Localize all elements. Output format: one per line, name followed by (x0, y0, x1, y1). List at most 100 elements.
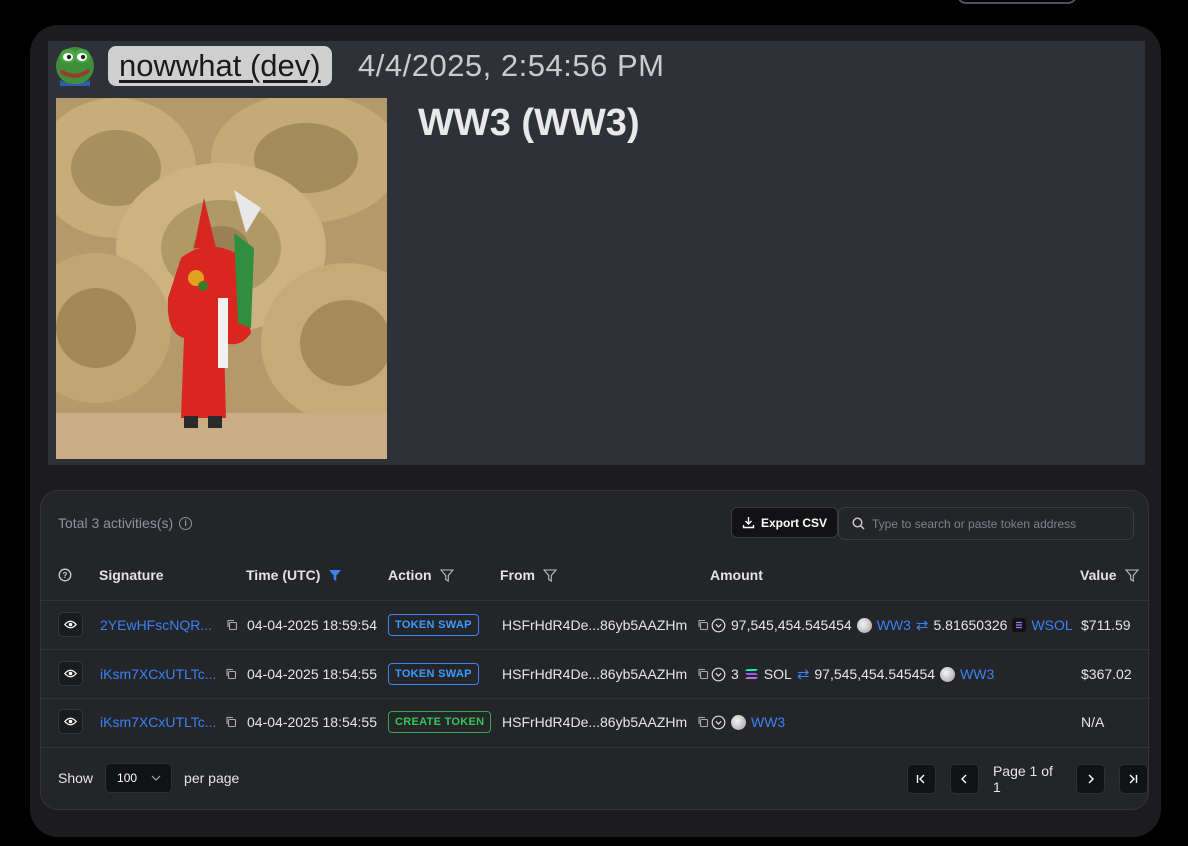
total-activities-label: Total 3 activities(s) (58, 515, 174, 531)
ww3-token-icon (731, 714, 746, 730)
copy-icon[interactable] (225, 668, 237, 680)
ww3-token-icon (856, 617, 872, 633)
copy-icon[interactable] (697, 619, 709, 631)
token-out-link[interactable]: WSOL (1031, 617, 1072, 633)
filter-icon[interactable] (1124, 568, 1139, 582)
export-csv-button[interactable]: Export CSV (731, 507, 839, 538)
info-icon[interactable]: i (179, 516, 193, 530)
top-pill-button[interactable] (957, 0, 1077, 4)
from-address: HSFrHdR4De...86yb5AAZHm (502, 714, 688, 730)
from-address: HSFrHdR4De...86yb5AAZHm (502, 666, 688, 682)
page-size-control: Show 100 per page (58, 763, 239, 793)
search-box[interactable] (838, 507, 1134, 540)
token-link[interactable]: WW3 (751, 714, 785, 730)
help-circle-icon[interactable]: ? (58, 568, 72, 582)
copy-icon[interactable] (697, 716, 709, 728)
filter-icon[interactable] (543, 568, 557, 582)
column-time-label: Time (UTC) (246, 567, 321, 583)
first-page-button[interactable] (907, 764, 936, 794)
swap-arrows-icon: ⇄ (796, 666, 810, 683)
action-badge: TOKEN SWAP (388, 663, 479, 685)
activities-panel: Total 3 activities(s) i Export CSV ? Sig… (40, 490, 1150, 810)
pagination: Page 1 of 1 (907, 763, 1148, 795)
column-amount-label: Amount (710, 567, 763, 583)
copy-icon[interactable] (226, 619, 238, 631)
time-cell: 04-04-2025 18:54:55 (247, 714, 377, 730)
amount-out: 97,545,454.545454 (814, 666, 936, 682)
column-time: Time (UTC) (246, 567, 342, 583)
table-row: 2YEwHFscNQR... 04-04-2025 18:59:54 TOKEN… (41, 601, 1150, 649)
token-image (56, 98, 387, 459)
column-value-label: Value (1080, 567, 1117, 583)
swap-arrows-icon: ⇄ (915, 617, 929, 634)
token-in-link[interactable]: WW3 (877, 617, 911, 633)
column-action-label: Action (388, 567, 432, 583)
action-badge: CREATE TOKEN (388, 711, 492, 733)
column-amount: Amount (710, 567, 763, 583)
download-icon (742, 517, 755, 529)
amount-in: 97,545,454.545454 (731, 617, 852, 633)
sol-token-icon (744, 669, 758, 679)
post-timestamp: 4/4/2025, 2:54:56 PM (358, 48, 665, 83)
last-page-icon (1129, 774, 1138, 784)
table-row: iKsm7XCxUTLTc... 04-04-2025 18:54:55 TOK… (41, 650, 1150, 698)
eye-icon (64, 620, 77, 629)
chevron-down-icon (151, 775, 161, 781)
search-icon (852, 517, 865, 530)
filter-active-icon[interactable] (328, 569, 342, 582)
value-cell: $711.59 (1081, 617, 1131, 633)
copy-icon[interactable] (225, 716, 237, 728)
filter-icon[interactable] (439, 568, 454, 582)
wsol-token-icon (1012, 618, 1027, 632)
copy-icon[interactable] (697, 668, 709, 680)
search-input[interactable] (872, 516, 1122, 531)
column-action: Action (388, 567, 454, 583)
divider (41, 747, 1150, 748)
chevron-left-icon (961, 774, 967, 784)
page-indicator: Page 1 of 1 (992, 763, 1053, 795)
first-page-icon (917, 774, 925, 784)
token-out-link[interactable]: WW3 (960, 666, 994, 682)
column-from: From (500, 567, 557, 583)
amount-in: 3 (731, 666, 739, 682)
token-title: WW3 (WW3) (418, 102, 640, 144)
action-badge: TOKEN SWAP (388, 614, 479, 636)
table-row: iKsm7XCxUTLTc... 04-04-2025 18:54:55 CRE… (41, 698, 1150, 746)
column-signature: Signature (99, 567, 164, 583)
token-in-label: SOL (763, 666, 792, 682)
signature-link[interactable]: iKsm7XCxUTLTc... (100, 666, 216, 682)
last-page-button[interactable] (1119, 764, 1148, 794)
per-page-select[interactable]: 100 (105, 763, 173, 793)
ww3-token-icon (940, 666, 956, 682)
expand-icon[interactable] (711, 618, 726, 633)
column-from-label: From (500, 567, 535, 583)
eye-icon (64, 669, 77, 678)
time-cell: 04-04-2025 18:59:54 (247, 617, 377, 633)
amount-out: 5.81650326 (933, 617, 1008, 633)
column-signature-label: Signature (99, 567, 164, 583)
export-csv-label: Export CSV (761, 515, 828, 530)
time-cell: 04-04-2025 18:54:55 (247, 666, 377, 682)
view-button[interactable] (58, 661, 83, 686)
signature-link[interactable]: 2YEwHFscNQR... (100, 617, 212, 633)
from-address: HSFrHdR4De...86yb5AAZHm (502, 617, 688, 633)
expand-icon[interactable] (711, 715, 726, 730)
signature-link[interactable]: iKsm7XCxUTLTc... (100, 714, 216, 730)
show-label: Show (58, 770, 94, 786)
eye-icon (64, 717, 77, 726)
value-cell: N/A (1081, 714, 1105, 730)
total-activities: Total 3 activities(s) i (58, 515, 193, 531)
svg-text:?: ? (63, 571, 68, 580)
column-value: Value (1080, 567, 1139, 583)
author-name[interactable]: nowwhat (dev) (108, 46, 332, 86)
prev-page-button[interactable] (949, 764, 979, 794)
value-cell: $367.02 (1081, 666, 1132, 682)
per-page-label: per page (184, 770, 240, 786)
view-button[interactable] (58, 709, 83, 734)
per-page-value: 100 (117, 771, 138, 785)
expand-icon[interactable] (711, 667, 726, 682)
avatar (56, 47, 94, 86)
next-page-button[interactable] (1076, 764, 1105, 794)
chevron-right-icon (1088, 774, 1094, 784)
view-button[interactable] (58, 612, 83, 637)
